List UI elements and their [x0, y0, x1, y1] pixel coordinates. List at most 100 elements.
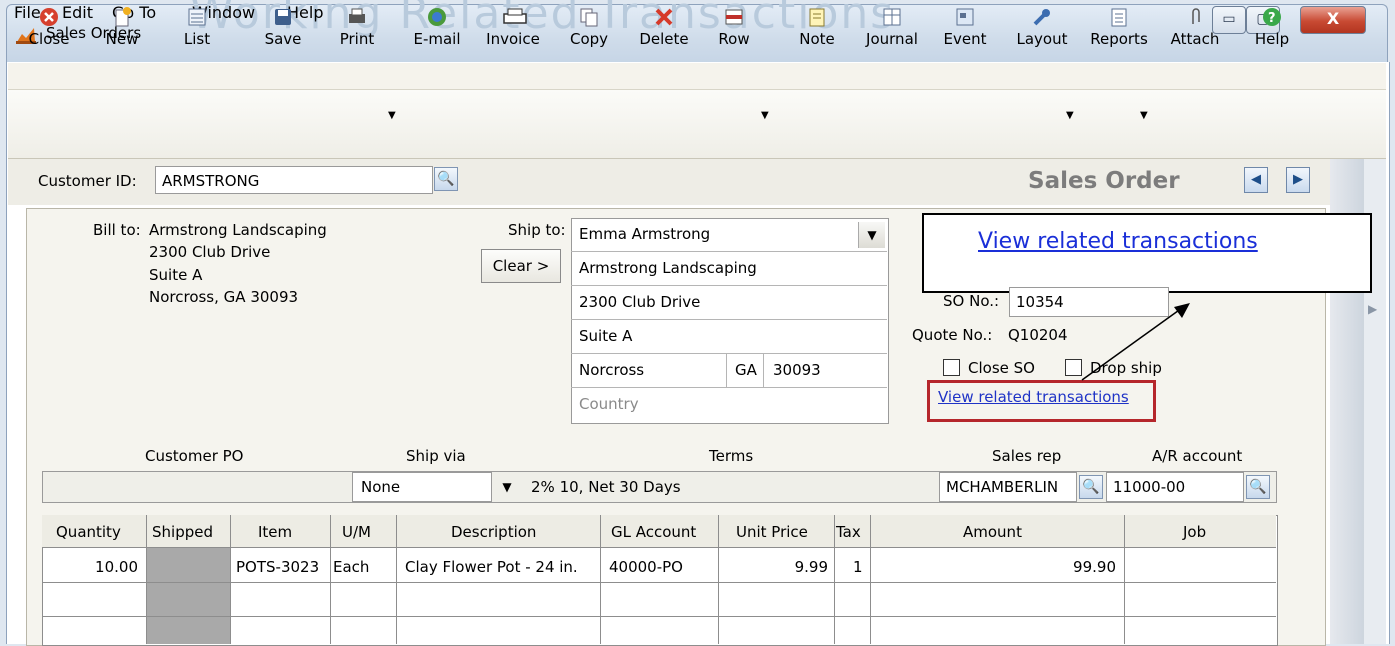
toolbar-note-button[interactable]: Note	[782, 6, 852, 48]
document-title: Sales Order	[1028, 168, 1180, 194]
toolbar-help-button[interactable]: ? Help	[1237, 6, 1307, 48]
toolbar-reports-button[interactable]: Reports	[1084, 6, 1154, 48]
reports-dropdown-icon[interactable]: ▼	[1140, 110, 1148, 121]
event-icon	[954, 6, 976, 28]
ship-to-label: Ship to:	[508, 221, 566, 239]
ar-account-lookup-icon[interactable]: 🔍	[1246, 475, 1270, 499]
close-so-checkbox[interactable]	[943, 359, 960, 376]
column-divider	[834, 515, 835, 644]
toolbar-event-button[interactable]: Event	[930, 6, 1000, 48]
column-header-quantity[interactable]: Quantity	[56, 523, 121, 541]
cell-um[interactable]: Each	[333, 558, 369, 576]
toolbar-new-button[interactable]: New	[87, 6, 157, 48]
view-related-transactions-link[interactable]: View related transactions	[938, 388, 1129, 406]
toolbar-layout-button[interactable]: Layout	[1007, 6, 1077, 48]
next-record-icon[interactable]: ▶	[1286, 167, 1310, 193]
column-header-amount[interactable]: Amount	[963, 523, 1022, 541]
sales-rep-label: Sales rep	[992, 447, 1062, 465]
cell-quantity[interactable]: 10.00	[42, 558, 138, 576]
toolbar-close-button[interactable]: Close	[14, 6, 84, 48]
list-icon	[186, 6, 208, 28]
toolbar-journal-button[interactable]: Journal	[857, 6, 927, 48]
layout-dropdown-icon[interactable]: ▼	[1066, 110, 1074, 121]
cell-unit-price[interactable]: 9.99	[718, 558, 828, 576]
copy-icon	[578, 6, 600, 28]
close-window-button[interactable]: X	[1300, 6, 1366, 34]
bill-to-label: Bill to:	[93, 221, 141, 239]
reports-icon	[1108, 6, 1130, 28]
column-header-um[interactable]: U/M	[342, 523, 371, 541]
callout-related-transactions-link[interactable]: View related transactions	[978, 229, 1258, 254]
column-divider	[330, 515, 331, 644]
toolbar-list-button[interactable]: List	[162, 6, 232, 48]
column-header-gl-account[interactable]: GL Account	[611, 523, 696, 541]
column-divider	[1124, 515, 1125, 644]
column-header-description[interactable]: Description	[451, 523, 536, 541]
ship-to-name-field[interactable]: Armstrong Landscaping	[571, 252, 887, 286]
shipped-column-shade	[146, 547, 230, 644]
note-icon	[806, 6, 828, 28]
ar-account-input[interactable]: 11000-00	[1106, 472, 1244, 502]
column-header-shipped[interactable]: Shipped	[152, 523, 213, 541]
sales-rep-lookup-icon[interactable]: 🔍	[1079, 475, 1103, 499]
bill-to-line2: Suite A	[149, 266, 203, 284]
row-icon	[723, 6, 745, 28]
toolbar-label: Help	[1254, 30, 1290, 48]
customer-po-input[interactable]	[43, 472, 351, 502]
column-header-item[interactable]: Item	[258, 523, 292, 541]
ship-via-select[interactable]: None	[352, 472, 492, 502]
customer-po-label: Customer PO	[145, 447, 244, 465]
column-header-unit-price[interactable]: Unit Price	[736, 523, 808, 541]
customer-id-input[interactable]: ARMSTRONG	[155, 166, 433, 194]
toolbar-attach-button[interactable]: Attach	[1160, 6, 1230, 48]
side-expand-icon[interactable]: ▶	[1368, 302, 1377, 316]
column-divider	[718, 515, 719, 644]
ship-to-contact-select[interactable]: Emma Armstrong	[571, 218, 887, 252]
column-divider	[146, 515, 147, 644]
toolbar-invoice-button[interactable]: Invoice	[478, 6, 548, 48]
clear-button[interactable]: Clear >	[481, 249, 561, 283]
column-divider	[230, 515, 231, 644]
toolbar-copy-button[interactable]: Copy	[554, 6, 624, 48]
column-header-job[interactable]: Job	[1183, 523, 1206, 541]
so-number-label: SO No.:	[943, 292, 1000, 310]
row-divider	[42, 547, 1276, 548]
column-header-tax[interactable]: Tax	[836, 523, 861, 541]
toolbar-label: Journal	[866, 30, 918, 48]
toolbar-label: Layout	[1016, 30, 1068, 48]
terms-value[interactable]: 2% 10, Net 30 Days	[531, 478, 681, 496]
ship-to-address2-field[interactable]: Suite A	[571, 320, 887, 354]
toolbar-label: Event	[943, 30, 987, 48]
ship-to-country-field[interactable]: Country	[571, 388, 887, 422]
toolbar-delete-button[interactable]: Delete	[629, 6, 699, 48]
chevron-down-icon[interactable]: ▼	[858, 222, 885, 248]
ship-to-address1-field[interactable]: 2300 Club Drive	[571, 286, 887, 320]
customer-id-label: Customer ID:	[38, 172, 137, 190]
ship-via-chevron-down-icon[interactable]: ▼	[493, 474, 521, 500]
toolbar-label: Close	[28, 30, 70, 48]
cell-item[interactable]: POTS-3023	[236, 558, 319, 576]
ship-via-label: Ship via	[406, 447, 466, 465]
ship-to-row-line	[571, 354, 887, 388]
save-icon	[272, 6, 294, 28]
bill-to-line1: 2300 Club Drive	[149, 243, 271, 261]
cell-tax[interactable]: 1	[853, 558, 863, 576]
toolbar-email-button[interactable]: E-mail	[402, 6, 472, 48]
previous-record-icon[interactable]: ◀	[1244, 167, 1268, 193]
print-dropdown-icon[interactable]: ▼	[388, 110, 396, 121]
toolbar-label: Reports	[1090, 30, 1148, 48]
cell-gl-account[interactable]: 40000-PO	[609, 558, 683, 576]
journal-icon	[881, 6, 903, 28]
help-icon: ?	[1261, 6, 1283, 28]
toolbar-row-button[interactable]: Row	[699, 6, 769, 48]
row-divider	[42, 582, 1276, 583]
cell-amount[interactable]: 99.90	[870, 558, 1116, 576]
customer-lookup-icon[interactable]: 🔍	[434, 167, 458, 191]
sales-rep-input[interactable]: MCHAMBERLIN	[939, 472, 1077, 502]
row-dropdown-icon[interactable]: ▼	[761, 110, 769, 121]
toolbar-label: Note	[799, 30, 835, 48]
toolbar-print-button[interactable]: Print	[322, 6, 392, 48]
quote-number-label: Quote No.:	[912, 326, 993, 344]
cell-description[interactable]: Clay Flower Pot - 24 in.	[405, 558, 578, 576]
toolbar-save-button[interactable]: Save	[248, 6, 318, 48]
